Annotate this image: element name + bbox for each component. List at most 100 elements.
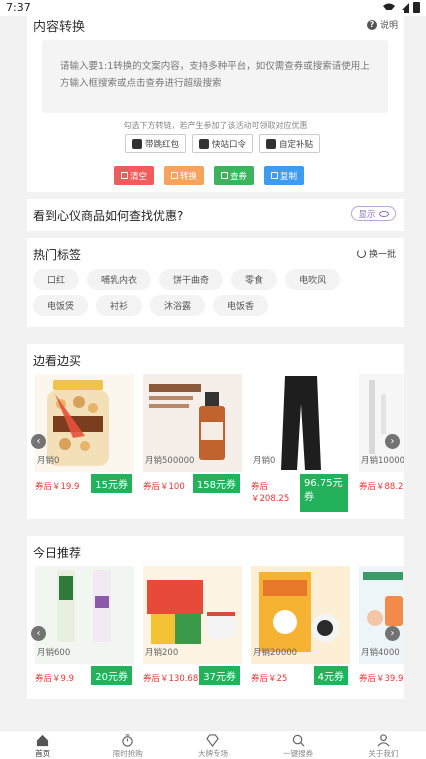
after-coupon-price: 券后￥25: [251, 674, 288, 684]
question-icon: ?: [366, 19, 377, 30]
nav-home[interactable]: 首页: [5, 731, 81, 759]
product-image: 月销4000: [359, 566, 404, 664]
copy-icon: [270, 172, 278, 179]
after-coupon-price: 券后￥130.68: [143, 674, 199, 684]
tool-custom-subsidy[interactable]: 自定补贴: [259, 134, 321, 153]
after-coupon-label: 券后: [251, 482, 269, 492]
redpacket-icon: [132, 138, 142, 149]
coupon-badge[interactable]: 96.75元券: [300, 474, 348, 512]
help-label: 说明: [379, 21, 398, 31]
convert-title: 内容转换: [33, 20, 86, 35]
product-sales: 月销20000: [253, 648, 298, 658]
battery-icon: [413, 2, 420, 13]
tag[interactable]: 饼干曲奇: [159, 269, 224, 290]
product-card[interactable]: 月销4000 券后￥39.9: [359, 566, 404, 684]
product-sales: 月销200: [145, 648, 179, 658]
product-card[interactable]: 月销0 券后￥19.9 15元券: [35, 374, 134, 493]
tool-label: 快站口令: [212, 139, 247, 150]
convert-hint: 勾选下方转链，若产生参加了该活动可领取对应优惠: [123, 121, 308, 130]
product-image: 月销10000: [359, 374, 404, 472]
product-image: 月销600: [35, 566, 134, 664]
refresh-button[interactable]: 换一批: [356, 247, 396, 260]
product-image: 月销0: [35, 374, 134, 472]
edit-icon: [266, 138, 277, 149]
after-coupon-price: ￥208.25: [251, 494, 290, 504]
browse-section: 边看边买 月销0 券后￥19.9 15元券 月销500000 券后￥100 15…: [27, 344, 404, 519]
search-icon: [292, 734, 305, 747]
tag[interactable]: 电饭香: [213, 295, 269, 316]
product-image: 月销200: [143, 566, 242, 664]
show-button[interactable]: 显示: [351, 206, 396, 221]
product-card[interactable]: 月销10000 券后￥88.2: [359, 374, 404, 492]
product-card[interactable]: 月销20000 券后￥25 4元券: [251, 566, 350, 685]
product-sales: 月销600: [37, 648, 71, 658]
tool-label: 带跳红包: [145, 139, 180, 150]
nav-flash-sale[interactable]: 限时抢购: [90, 731, 166, 759]
stopwatch-icon: [122, 734, 134, 747]
coupon-badge[interactable]: 15元券: [91, 474, 132, 493]
today-carousel[interactable]: 月销600 券后￥9.9 20元券 月销200 券后￥130.68 37元券 月…: [27, 566, 404, 706]
tag[interactable]: 衬衫: [96, 295, 143, 316]
trash-icon: [120, 172, 128, 179]
product-image: 月销500000: [143, 374, 242, 472]
nav-brands[interactable]: 大牌专场: [175, 731, 251, 759]
howto-text: 看到心仪商品如何查找优惠?: [33, 209, 184, 223]
copy-button[interactable]: 复制: [264, 166, 304, 185]
after-coupon-price: 券后￥100: [143, 482, 185, 492]
after-coupon-price: 券后￥9.9: [35, 674, 75, 684]
eye-icon: [378, 210, 389, 217]
carousel-next-arrow[interactable]: ›: [385, 626, 400, 641]
nav-search-coupon[interactable]: 一键搜券: [260, 731, 336, 759]
product-card[interactable]: 月销500000 券后￥100 158元券: [143, 374, 242, 493]
tag[interactable]: 哺乳内衣: [87, 269, 152, 290]
product-card[interactable]: 月销0 券后 ￥208.25 96.75元券: [251, 374, 350, 512]
carousel-next-arrow[interactable]: ›: [385, 434, 400, 449]
refresh-icon: [356, 249, 366, 258]
tag[interactable]: 电吹风: [285, 269, 341, 290]
coupon-badge[interactable]: 158元券: [192, 474, 240, 493]
convert-icon: [170, 172, 178, 179]
product-image: 月销20000: [251, 566, 350, 664]
find-coupon-button[interactable]: 查券: [214, 166, 254, 185]
carousel-prev-arrow[interactable]: ‹: [31, 434, 46, 449]
convert-text-input[interactable]: 请输入要1:1转换的文案内容，支持多种平台，如仅需查券或搜索请使用上方输入框搜索…: [42, 40, 388, 113]
help-link[interactable]: ? 说明: [366, 18, 398, 31]
tag[interactable]: 零食: [231, 269, 278, 290]
product-sales: 月销4000: [361, 648, 400, 658]
coupon-badge[interactable]: 4元券: [313, 666, 348, 685]
after-coupon-price: 券后￥19.9: [35, 482, 80, 492]
product-card[interactable]: 月销600 券后￥9.9 20元券: [35, 566, 134, 685]
tool-redpacket[interactable]: 带跳红包: [125, 134, 187, 153]
coupon-badge[interactable]: 37元券: [199, 666, 240, 685]
product-sales: 月销0: [253, 456, 276, 466]
today-title: 今日推荐: [33, 546, 82, 560]
coupon-icon: [220, 172, 228, 179]
nav-about[interactable]: 关于我们: [345, 731, 421, 759]
product-card[interactable]: 月销200 券后￥130.68 37元券: [143, 566, 242, 685]
convert-button[interactable]: 转换: [164, 166, 204, 185]
browse-title: 边看边买: [33, 354, 82, 368]
convert-actions: 清空 转换 查券 复制: [114, 166, 304, 185]
tag[interactable]: 口红: [33, 269, 80, 290]
tag[interactable]: 电饭煲: [33, 295, 89, 316]
tag[interactable]: 沐浴露: [150, 295, 206, 316]
content-convert-panel: 内容转换 ? 说明 请输入要1:1转换的文案内容，支持多种平台，如仅需查券或搜索…: [27, 10, 404, 192]
hot-tags-title: 热门标签: [33, 248, 82, 262]
hot-tags-panel: 热门标签 换一批 口红 哺乳内衣 饼干曲奇 零食 电吹风 电饭煲 衬衫 沐浴露 …: [27, 238, 404, 327]
coupon-badge[interactable]: 20元券: [91, 666, 132, 685]
tool-label: 自定补贴: [279, 139, 314, 150]
product-sales: 月销0: [37, 456, 60, 466]
today-section: 今日推荐 月销600 券后￥9.9 20元券 月销200 券后￥130.68 3…: [27, 536, 404, 699]
person-icon: [377, 734, 390, 747]
home-icon: [37, 734, 49, 747]
convert-placeholder: 请输入要1:1转换的文案内容，支持多种平台，如仅需查券或搜索请使用上方输入框搜索…: [60, 61, 370, 89]
bolt-icon: [199, 138, 210, 149]
after-coupon-price: 券后￥39.9: [359, 674, 404, 684]
howto-row: 看到心仪商品如何查找优惠? 显示: [27, 199, 404, 231]
tag-list: 口红 哺乳内衣 饼干曲奇 零食 电吹风 电饭煲 衬衫 沐浴露 电饭香: [33, 269, 398, 316]
clear-button[interactable]: 清空: [114, 166, 154, 185]
carousel-prev-arrow[interactable]: ‹: [31, 626, 46, 641]
browse-carousel[interactable]: 月销0 券后￥19.9 15元券 月销500000 券后￥100 158元券 月…: [27, 374, 404, 514]
product-image: 月销0: [251, 374, 350, 472]
tool-quick-command[interactable]: 快站口令: [192, 134, 254, 153]
